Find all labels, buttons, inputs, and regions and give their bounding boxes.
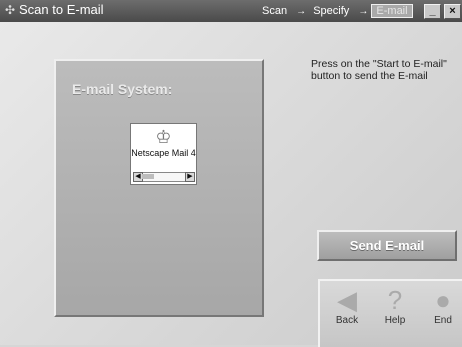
step-indicator: Scan → Specify → E-mail <box>258 4 413 18</box>
title-bar: ✣ Scan to E-mail Scan → Specify → E-mail… <box>0 0 462 22</box>
arrow-icon: → <box>296 6 307 17</box>
help-label: Help <box>384 315 406 326</box>
back-label: Back <box>335 315 359 326</box>
email-system-label: E-mail System: <box>72 81 173 97</box>
back-arrow-icon: ◀ <box>337 285 357 315</box>
netscape-icon: ♔ <box>155 127 172 147</box>
instruction-text: Press on the "Start to E-mail" button to… <box>311 58 447 82</box>
email-system-option[interactable]: ♔ Netscape Mail 4 ◀ ▶ <box>130 123 197 185</box>
step-specify: Specify <box>313 5 350 17</box>
question-icon: ? <box>387 285 403 315</box>
back-button[interactable]: ◀ Back <box>328 285 366 343</box>
scroll-thumb[interactable] <box>142 174 154 179</box>
email-system-panel: E-mail System: ♔ Netscape Mail 4 ◀ ▶ <box>54 59 264 317</box>
end-icon: ● <box>435 285 451 315</box>
scroll-right-icon[interactable]: ▶ <box>185 172 195 182</box>
minimize-button[interactable]: _ <box>424 4 441 19</box>
arrow-icon: → <box>358 6 369 17</box>
horizontal-scrollbar[interactable]: ◀ ▶ <box>133 172 195 182</box>
window-title: Scan to E-mail <box>19 2 104 17</box>
navigation-panel: ◀ Back ? Help ● End <box>318 279 462 347</box>
end-button[interactable]: ● End <box>424 285 462 343</box>
close-button[interactable]: × <box>444 4 461 19</box>
scan-icon: ✣ <box>4 3 16 17</box>
step-email: E-mail <box>371 4 413 18</box>
end-label: End <box>434 315 452 326</box>
help-button[interactable]: ? Help <box>376 285 414 343</box>
step-scan: Scan <box>262 5 288 17</box>
email-system-name: Netscape Mail 4 <box>131 148 196 158</box>
send-email-button[interactable]: Send E-mail <box>317 230 457 261</box>
